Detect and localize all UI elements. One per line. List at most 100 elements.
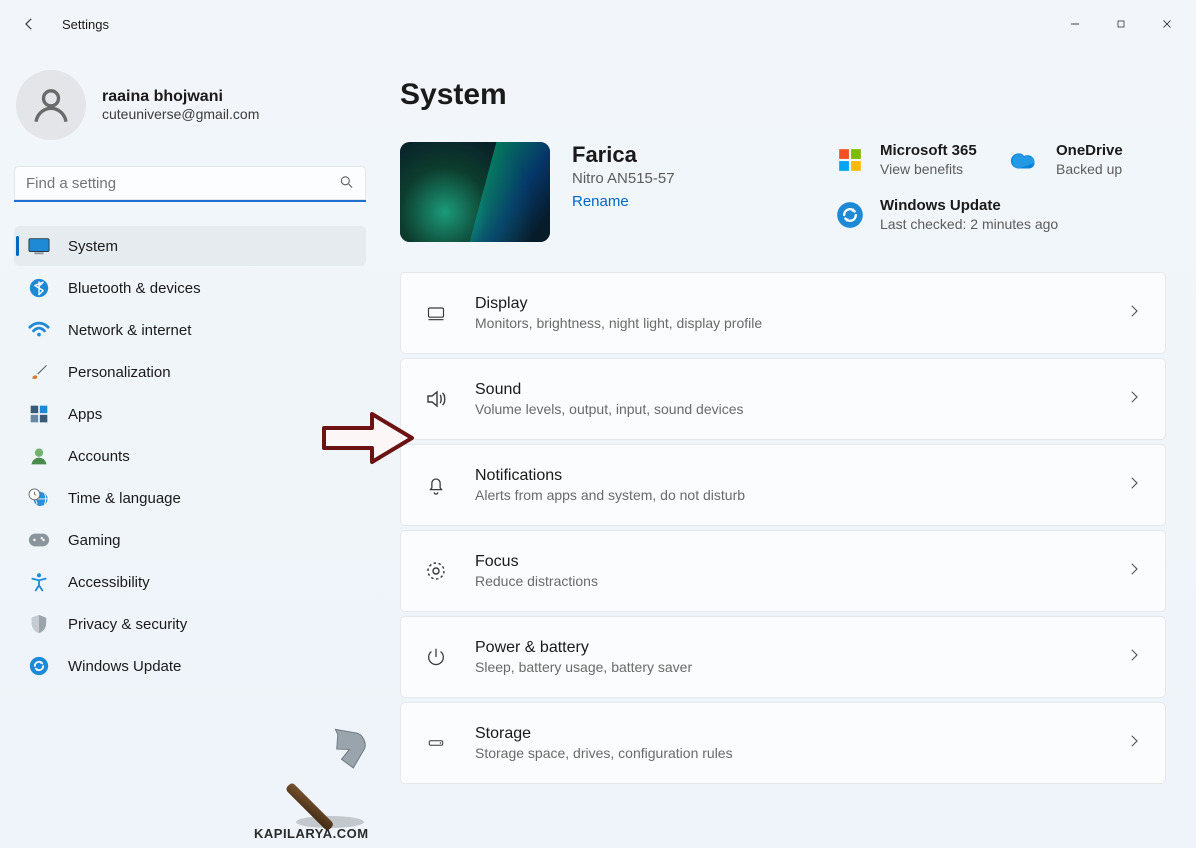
device-model: Nitro AN515-57 — [572, 170, 792, 187]
person-icon — [28, 445, 50, 467]
sidebar-item-time-language[interactable]: Time & language — [14, 478, 366, 518]
storage-icon — [423, 734, 449, 752]
power-icon — [423, 646, 449, 668]
service-sub: View benefits — [880, 161, 977, 177]
service-title: OneDrive — [1056, 142, 1123, 159]
sidebar-item-label: Gaming — [68, 532, 121, 549]
gamepad-icon — [28, 529, 50, 551]
chevron-right-icon — [1125, 388, 1143, 411]
card-sub: Alerts from apps and system, do not dist… — [475, 487, 1125, 503]
sidebar-item-gaming[interactable]: Gaming — [14, 520, 366, 560]
sidebar-item-accessibility[interactable]: Accessibility — [14, 562, 366, 602]
card-title: Notifications — [475, 467, 1125, 485]
card-sub: Sleep, battery usage, battery saver — [475, 659, 1125, 675]
focus-icon — [423, 559, 449, 583]
card-title: Display — [475, 295, 1125, 313]
main: System Farica Nitro AN515-57 Rename Micr… — [380, 48, 1196, 848]
card-title: Power & battery — [475, 639, 1125, 657]
app-title: Settings — [62, 17, 109, 32]
chevron-right-icon — [1125, 474, 1143, 497]
profile-block[interactable]: raaina bhojwani cuteuniverse@gmail.com — [14, 70, 366, 140]
card-title: Storage — [475, 725, 1125, 743]
nav: System Bluetooth & devices Network & int… — [14, 226, 366, 686]
card-sub: Volume levels, output, input, sound devi… — [475, 401, 1125, 417]
service-ms365[interactable]: Microsoft 365 View benefits — [834, 142, 990, 177]
ms365-icon — [834, 144, 866, 176]
apps-icon — [28, 403, 50, 425]
sidebar-item-windows-update[interactable]: Windows Update — [14, 646, 366, 686]
display-icon — [423, 303, 449, 323]
onedrive-icon — [1010, 144, 1042, 176]
service-windows-update[interactable]: Windows Update Last checked: 2 minutes ag… — [834, 197, 1166, 232]
service-title: Microsoft 365 — [880, 142, 977, 159]
update-icon — [834, 199, 866, 231]
back-button[interactable] — [18, 13, 40, 35]
close-button[interactable] — [1144, 8, 1190, 40]
minimize-button[interactable] — [1052, 8, 1098, 40]
chevron-right-icon — [1125, 302, 1143, 325]
service-sub: Backed up — [1056, 161, 1123, 177]
card-power[interactable]: Power & battery Sleep, battery usage, bat… — [400, 616, 1166, 698]
card-title: Focus — [475, 553, 1125, 571]
sidebar-item-label: Apps — [68, 406, 102, 423]
card-sub: Storage space, drives, configuration rul… — [475, 745, 1125, 761]
sound-icon — [423, 387, 449, 411]
services: Microsoft 365 View benefits OneDrive Backe… — [814, 142, 1166, 232]
wifi-icon — [28, 319, 50, 341]
page-title: System — [400, 78, 1166, 112]
rename-link[interactable]: Rename — [572, 193, 792, 210]
search-wrap — [14, 166, 366, 202]
bell-icon — [423, 474, 449, 496]
card-sub: Reduce distractions — [475, 573, 1125, 589]
sidebar-item-label: Windows Update — [68, 658, 181, 675]
shield-icon — [28, 613, 50, 635]
bluetooth-icon — [28, 277, 50, 299]
accessibility-icon — [28, 571, 50, 593]
chevron-right-icon — [1125, 646, 1143, 669]
search-icon — [338, 174, 354, 195]
service-onedrive[interactable]: OneDrive Backed up — [1010, 142, 1166, 177]
service-sub: Last checked: 2 minutes ago — [880, 216, 1058, 232]
sidebar-item-personalization[interactable]: Personalization — [14, 352, 366, 392]
arrow-annotation-icon — [320, 408, 416, 468]
card-storage[interactable]: Storage Storage space, drives, configurat… — [400, 702, 1166, 784]
service-title: Windows Update — [880, 197, 1058, 214]
sidebar-item-accounts[interactable]: Accounts — [14, 436, 366, 476]
card-sub: Monitors, brightness, night light, displ… — [475, 315, 1125, 331]
titlebar: Settings — [0, 0, 1196, 48]
sidebar-item-apps[interactable]: Apps — [14, 394, 366, 434]
avatar-icon — [16, 70, 86, 140]
sidebar-item-system[interactable]: System — [14, 226, 366, 266]
card-notifications[interactable]: Notifications Alerts from apps and system… — [400, 444, 1166, 526]
card-sound[interactable]: SoundVolume levels, output, input, sound… — [400, 358, 1166, 440]
sidebar-item-label: Network & internet — [68, 322, 191, 339]
sidebar-item-label: Accessibility — [68, 574, 150, 591]
hammer-watermark-icon — [280, 726, 380, 830]
brush-icon — [28, 361, 50, 383]
monitor-icon — [28, 235, 50, 257]
card-focus[interactable]: Focus Reduce distractions — [400, 530, 1166, 612]
sidebar-item-bluetooth[interactable]: Bluetooth & devices — [14, 268, 366, 308]
profile-email: cuteuniverse@gmail.com — [102, 106, 259, 122]
sidebar-item-label: Personalization — [68, 364, 171, 381]
sidebar-item-label: Bluetooth & devices — [68, 280, 201, 297]
profile-name: raaina bhojwani — [102, 88, 259, 106]
window-controls — [1052, 8, 1190, 40]
card-display[interactable]: Display Monitors, brightness, night light… — [400, 272, 1166, 354]
watermark-text: KAPILARYA.COM — [254, 826, 369, 841]
device-name: Farica — [572, 142, 792, 168]
device-thumbnail — [400, 142, 550, 242]
chevron-right-icon — [1125, 560, 1143, 583]
clock-globe-icon — [28, 487, 50, 509]
maximize-button[interactable] — [1098, 8, 1144, 40]
search-input[interactable] — [14, 166, 366, 202]
sidebar-item-label: System — [68, 238, 118, 255]
sidebar-item-privacy[interactable]: Privacy & security — [14, 604, 366, 644]
device-info: Farica Nitro AN515-57 Rename — [572, 142, 792, 210]
sidebar-item-label: Accounts — [68, 448, 130, 465]
chevron-right-icon — [1125, 732, 1143, 755]
sidebar-item-label: Time & language — [68, 490, 181, 507]
settings-list: Display Monitors, brightness, night light… — [400, 272, 1166, 784]
overview: Farica Nitro AN515-57 Rename Microsoft 3… — [400, 142, 1166, 242]
sidebar-item-network[interactable]: Network & internet — [14, 310, 366, 350]
